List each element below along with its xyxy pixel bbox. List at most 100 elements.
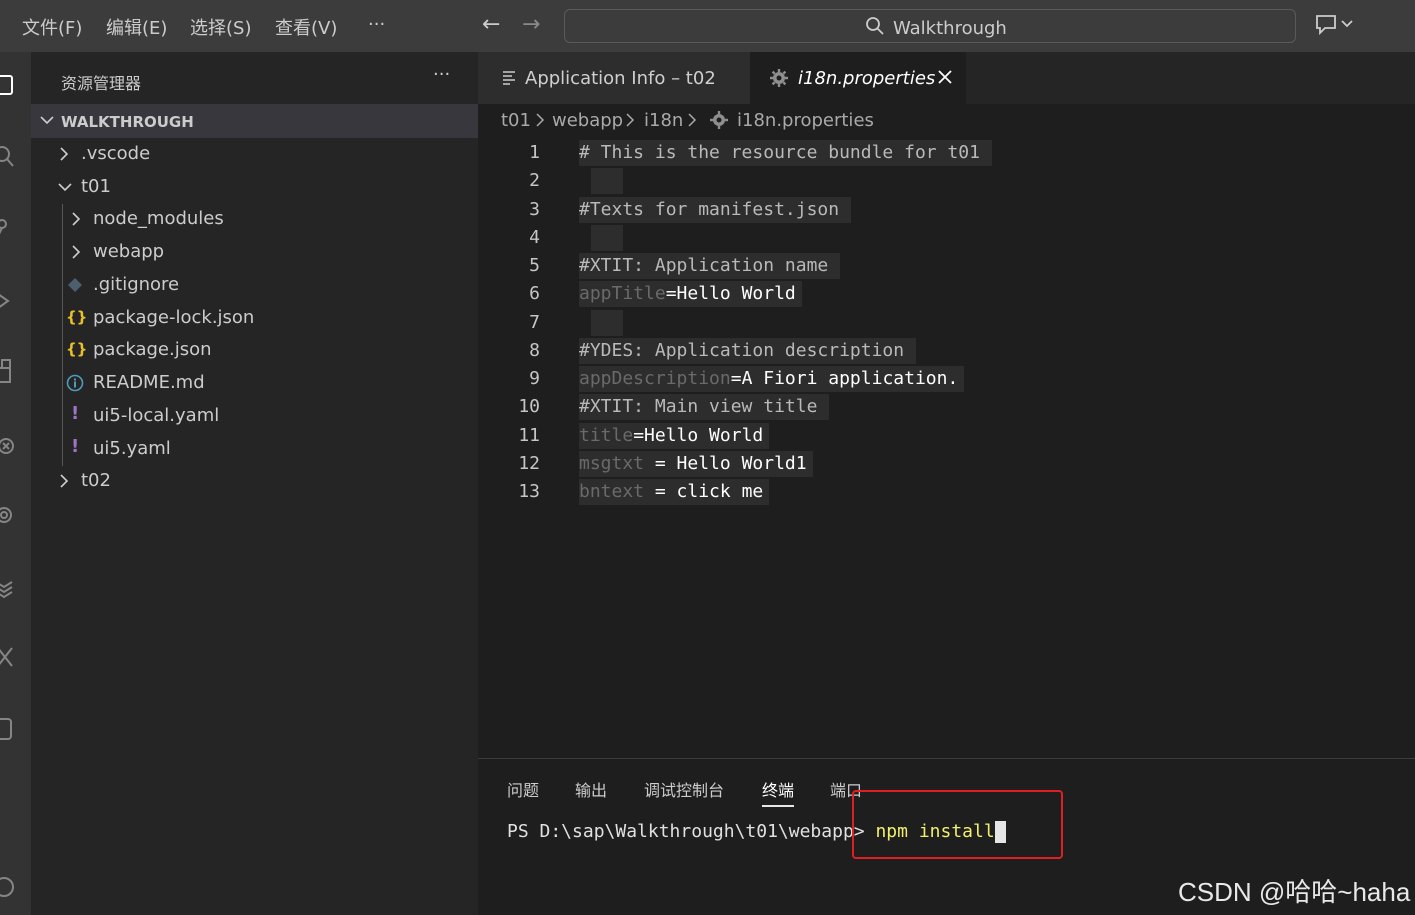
search-icon	[865, 16, 885, 41]
tab-terminal[interactable]: 终端	[762, 777, 795, 807]
property-key: msgtxt	[579, 452, 645, 474]
menu-edit[interactable]: 编辑(E)	[106, 14, 167, 40]
menu-more[interactable]: ···	[368, 14, 385, 35]
search-icon[interactable]	[0, 144, 18, 170]
explorer-icon[interactable]	[0, 72, 18, 98]
workspace-name: WALKTHROUGH	[61, 113, 194, 131]
property-separator: =	[644, 481, 677, 502]
explorer-more-button[interactable]: ···	[433, 64, 450, 85]
line-number: 12	[518, 452, 540, 474]
yaml-exclamation-icon: !	[71, 436, 80, 457]
breadcrumb-t01[interactable]: t01	[501, 110, 531, 131]
source-control-icon[interactable]	[0, 214, 18, 240]
chevron-right-icon	[624, 110, 636, 135]
explorer-sidebar: 资源管理器 ··· WALKTHROUGH .vscode t01 node_m…	[31, 52, 478, 915]
menu-view[interactable]: 查看(V)	[275, 14, 337, 40]
terminal-prompt: PS D:\sap\Walkthrough\t01\webapp>	[507, 821, 876, 842]
gear-icon	[710, 111, 728, 133]
tree-item-package-json[interactable]: {} package.json	[31, 334, 478, 366]
command-center-search[interactable]: Walkthrough	[564, 9, 1296, 43]
tree-item-ui5-local-yaml[interactable]: ! ui5-local.yaml	[31, 400, 478, 432]
annotation-highlight-box	[852, 790, 1063, 859]
remote-explorer-icon[interactable]	[0, 430, 18, 456]
code-line[interactable]	[591, 309, 623, 336]
code-editor[interactable]: 1 # This is the resource bundle for t01 2 3…	[478, 138, 1415, 758]
tools-icon[interactable]	[0, 644, 18, 670]
line-number: 10	[518, 396, 540, 418]
code-line[interactable]: title=Hello World	[579, 422, 770, 449]
tree-item-label: t02	[81, 470, 111, 491]
code-line[interactable]: #YDES: Application description	[579, 337, 917, 364]
breadcrumb-file[interactable]: i18n.properties	[737, 110, 874, 131]
layers-icon[interactable]	[0, 574, 18, 600]
code-line[interactable]: bntext = click me	[579, 479, 770, 505]
tree-item-label: .vscode	[81, 143, 151, 164]
tree-item-readme[interactable]: README.md	[31, 367, 478, 399]
tree-item-ui5-yaml[interactable]: ! ui5.yaml	[31, 433, 478, 465]
code-line[interactable]: #XTIT: Main view title	[579, 394, 830, 421]
breadcrumb-i18n[interactable]: i18n	[644, 110, 683, 131]
tree-item-label: ui5.yaml	[93, 438, 171, 459]
tab-i18n-properties[interactable]: i18n.properties	[750, 52, 966, 104]
tree-item-label: node_modules	[93, 208, 224, 229]
comment-text: #XTIT: Main view title	[579, 396, 818, 418]
tree-item-t02[interactable]: t02	[31, 465, 478, 497]
tree-item-node-modules[interactable]: node_modules	[31, 203, 478, 235]
comment-text: #XTIT: Application name	[579, 255, 829, 276]
tree-item-gitignore[interactable]: .gitignore	[31, 269, 478, 301]
tree-item-label: webapp	[93, 241, 165, 262]
editor-tabs: Application Info – t02 i18n.properties	[478, 52, 1415, 104]
tree-item-vscode[interactable]: .vscode	[31, 138, 478, 170]
code-line[interactable]: #XTIT: Application name	[579, 253, 841, 279]
property-key: bntext	[579, 481, 645, 502]
code-line[interactable]: msgtxt = Hello World1	[579, 450, 813, 477]
tab-output[interactable]: 输出	[575, 777, 607, 801]
chat-icon[interactable]	[1314, 12, 1354, 43]
json-braces-icon: {}	[66, 308, 88, 326]
line-number: 8	[529, 339, 540, 361]
tab-application-info[interactable]: Application Info – t02	[478, 52, 750, 104]
extensions-icon[interactable]	[0, 358, 18, 384]
run-debug-icon[interactable]	[0, 288, 18, 314]
line-number: 9	[529, 368, 540, 389]
property-value: Hello World1	[676, 452, 807, 474]
code-line[interactable]: appTitle=Hello World	[579, 281, 802, 308]
code-line[interactable]: #Texts for manifest.json	[579, 196, 852, 223]
close-icon[interactable]	[936, 68, 954, 90]
code-line[interactable]	[591, 224, 623, 251]
line-number: 13	[518, 481, 540, 502]
tree-item-t01[interactable]: t01	[31, 171, 478, 203]
line-number: 3	[529, 198, 540, 220]
line-number: 1	[529, 142, 540, 163]
menu-selection[interactable]: 选择(S)	[190, 14, 251, 40]
property-value: Hello World	[644, 424, 764, 446]
yaml-exclamation-icon: !	[71, 403, 80, 424]
tab-problems[interactable]: 问题	[507, 777, 539, 801]
line-number: 5	[529, 255, 540, 276]
code-line[interactable]: # This is the resource bundle for t01	[579, 140, 992, 166]
line-number: 7	[529, 311, 540, 333]
menu-file[interactable]: 文件(F)	[22, 14, 82, 40]
forward-arrow-icon[interactable]: →	[522, 12, 540, 37]
line-number: 2	[529, 170, 540, 192]
workspace-section-header[interactable]: WALKTHROUGH	[31, 104, 478, 138]
tree-item-webapp[interactable]: webapp	[31, 236, 478, 268]
code-line[interactable]	[591, 168, 623, 195]
task-icon[interactable]	[0, 716, 18, 742]
back-arrow-icon[interactable]: ←	[482, 12, 500, 37]
chevron-right-icon	[57, 144, 71, 168]
property-value: A Fiori application.	[741, 368, 959, 389]
line-number: 4	[529, 226, 540, 248]
settings-gear-icon[interactable]	[0, 502, 18, 528]
tree-item-label: package-lock.json	[93, 307, 255, 328]
property-key: appDescription	[579, 368, 731, 389]
comment-text: #Texts for manifest.json	[579, 198, 840, 220]
account-icon[interactable]	[0, 874, 18, 900]
comment-text: #YDES: Application description	[579, 339, 905, 361]
tree-item-package-lock-json[interactable]: {} package-lock.json	[31, 302, 478, 334]
code-line[interactable]: appDescription=A Fiori application.	[579, 366, 965, 392]
chevron-down-icon	[39, 110, 55, 134]
tab-debug-console[interactable]: 调试控制台	[644, 777, 724, 801]
breadcrumb-webapp[interactable]: webapp	[552, 110, 623, 131]
activity-bar	[0, 52, 31, 915]
